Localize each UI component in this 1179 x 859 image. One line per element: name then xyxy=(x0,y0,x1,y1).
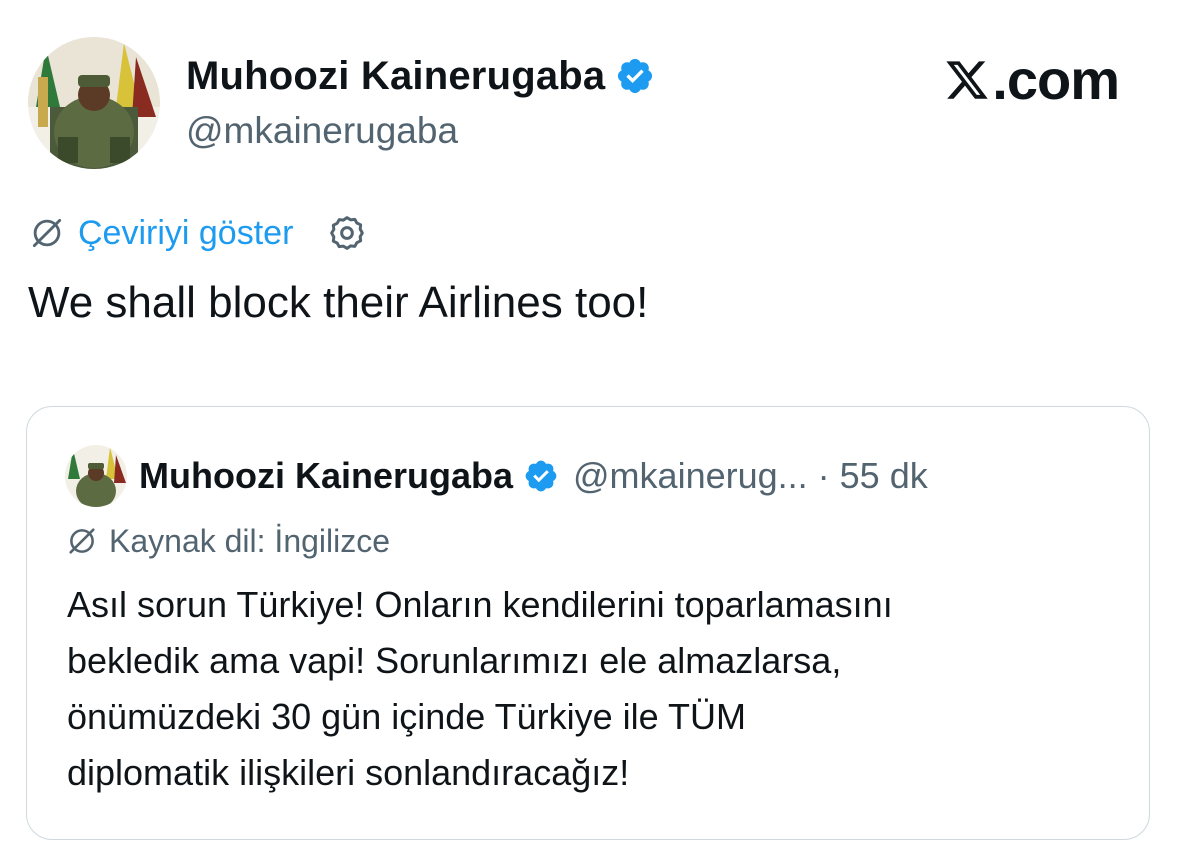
quoted-author-avatar[interactable] xyxy=(65,445,127,507)
author-name-text[interactable]: Muhoozi Kainerugaba xyxy=(186,52,605,100)
translation-row: Çeviriyi göster xyxy=(28,212,367,254)
quoted-tweet-text: Asıl sorun Türkiye! Onların kendilerini … xyxy=(67,577,1127,801)
gear-icon[interactable] xyxy=(327,213,367,253)
x-logo-icon xyxy=(946,61,989,99)
verified-badge-icon xyxy=(618,58,653,94)
show-translation-link[interactable]: Çeviriyi göster xyxy=(78,212,293,254)
quoted-tweet-timestamp[interactable]: 55 dk xyxy=(840,454,928,498)
tweet-text: We shall block their Airlines too! xyxy=(28,278,649,327)
separator-dot: · xyxy=(817,455,830,496)
quoted-tweet-header: Muhoozi Kainerugaba @mkainerug... · 55 d… xyxy=(65,445,928,507)
translate-off-icon xyxy=(69,528,95,554)
quoted-tweet-line: diplomatik ilişkileri sonlandıracağız! xyxy=(67,752,630,793)
quoted-tweet-line: bekledik ama vapi! Sorunlarımızı ele alm… xyxy=(67,640,842,681)
author-handle[interactable]: @mkainerugaba xyxy=(186,108,458,154)
translate-off-icon xyxy=(32,218,62,248)
quoted-author-handle[interactable]: @mkainerug... xyxy=(573,454,808,498)
verified-badge-icon xyxy=(525,460,557,492)
author-avatar[interactable] xyxy=(28,37,160,169)
x-com-brand: .com xyxy=(944,48,1120,111)
quoted-author-name[interactable]: Muhoozi Kainerugaba xyxy=(139,454,513,498)
source-language-row: Kaynak dil: İngilizce xyxy=(65,521,390,561)
author-display-name[interactable]: Muhoozi Kainerugaba xyxy=(186,52,655,100)
quoted-tweet-line: Asıl sorun Türkiye! Onların kendilerini … xyxy=(67,584,893,625)
source-language-label: Kaynak dil: İngilizce xyxy=(109,523,391,559)
quoted-tweet-card[interactable]: Muhoozi Kainerugaba @mkainerug... · 55 d… xyxy=(26,406,1150,840)
brand-domain-text: .com xyxy=(992,48,1120,111)
quoted-tweet-line: önümüzdeki 30 gün içinde Türkiye ile TÜM xyxy=(67,696,747,737)
